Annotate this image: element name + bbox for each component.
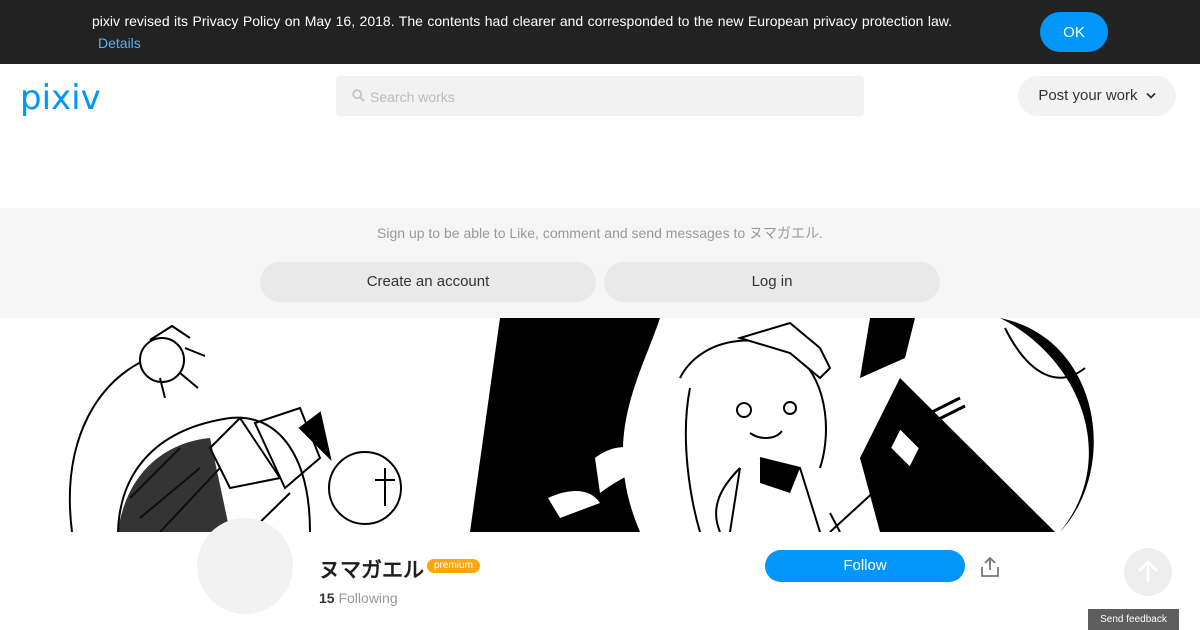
share-icon[interactable] bbox=[978, 555, 1002, 579]
scroll-top-button[interactable] bbox=[1124, 548, 1172, 596]
avatar[interactable] bbox=[197, 518, 293, 614]
cover-illustration bbox=[68, 318, 1094, 532]
following-number: 15 bbox=[319, 590, 335, 606]
post-your-work-label: Post your work bbox=[1038, 87, 1138, 104]
privacy-banner: pixiv revised its Privacy Policy on May … bbox=[0, 0, 1200, 64]
privacy-message-text: pixiv revised its Privacy Policy on May … bbox=[92, 13, 952, 29]
search-icon bbox=[352, 89, 365, 102]
following-label: Following bbox=[338, 590, 398, 606]
following-count[interactable]: 15 Following bbox=[319, 590, 398, 606]
cover-image bbox=[0, 318, 1200, 532]
post-your-work-button[interactable]: Post your work bbox=[1018, 76, 1176, 116]
arrow-up-icon bbox=[1138, 560, 1158, 582]
signup-message: Sign up to be able to Like, comment and … bbox=[377, 225, 823, 241]
privacy-ok-button[interactable]: OK bbox=[1040, 12, 1108, 52]
login-button[interactable]: Log in bbox=[604, 262, 940, 302]
create-account-button[interactable]: Create an account bbox=[260, 262, 596, 302]
chevron-down-icon bbox=[1146, 92, 1156, 99]
premium-badge: premium bbox=[427, 559, 480, 573]
follow-button[interactable]: Follow bbox=[765, 550, 965, 582]
privacy-details-link[interactable]: Details bbox=[98, 35, 141, 51]
privacy-message: pixiv revised its Privacy Policy on May … bbox=[92, 10, 952, 54]
user-name[interactable]: ヌマガエル bbox=[319, 554, 424, 584]
search-input[interactable] bbox=[368, 76, 852, 118]
search-box[interactable] bbox=[336, 76, 864, 118]
send-feedback-button[interactable]: Send feedback bbox=[1088, 609, 1179, 630]
signup-panel: Sign up to be able to Like, comment and … bbox=[0, 208, 1200, 318]
pixiv-logo[interactable]: pixiv bbox=[20, 78, 101, 118]
